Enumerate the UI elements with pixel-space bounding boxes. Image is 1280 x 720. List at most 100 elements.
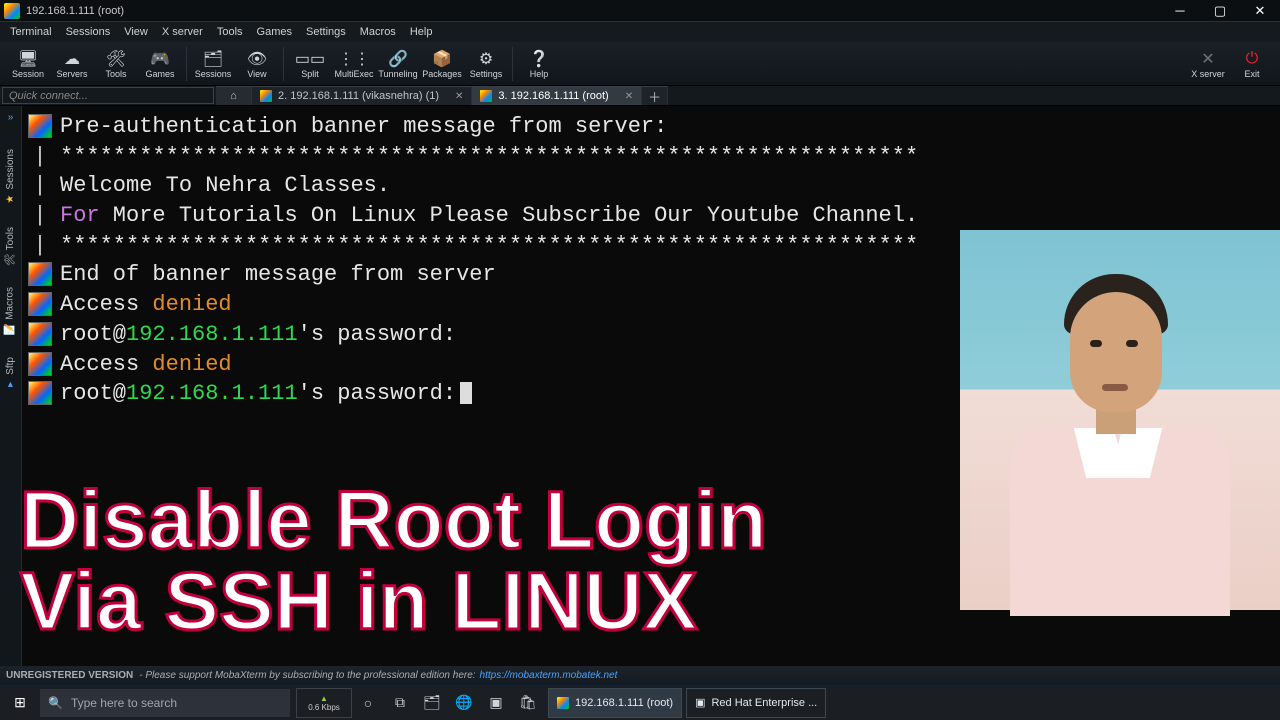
session-icon bbox=[480, 90, 492, 102]
tb-exit-label: Exit bbox=[1244, 69, 1259, 79]
tb-help[interactable]: ❔Help bbox=[517, 49, 561, 79]
start-button[interactable]: ⊞ bbox=[0, 694, 40, 711]
menu-games[interactable]: Games bbox=[251, 25, 298, 39]
sidebar-sessions[interactable]: ★Sessions bbox=[5, 149, 16, 205]
tb-games[interactable]: 🎮Games bbox=[138, 49, 182, 79]
xserver-icon: ✕ bbox=[1201, 49, 1214, 69]
taskbar-app-label: 192.168.1.111 (root) bbox=[575, 697, 673, 709]
prompt-icon bbox=[28, 381, 52, 405]
cortana-icon[interactable]: ○ bbox=[352, 689, 384, 717]
prompt-icon bbox=[28, 352, 52, 376]
sidebar-expand[interactable]: » bbox=[8, 108, 14, 127]
status-unregistered: UNREGISTERED VERSION bbox=[6, 670, 133, 681]
quick-connect-input[interactable]: Quick connect... bbox=[2, 87, 214, 104]
taskbar-app-mobaxterm[interactable]: 192.168.1.111 (root) bbox=[548, 688, 682, 718]
sidebar: » ★Sessions 🛠Tools 📝Macros ▸Sftp bbox=[0, 106, 22, 680]
sessions-icon: 🗂 bbox=[203, 49, 223, 69]
tb-view-label: View bbox=[247, 69, 266, 79]
tab-close-icon[interactable]: ✕ bbox=[455, 91, 463, 102]
tb-session[interactable]: 🖥Session bbox=[6, 49, 50, 79]
banner-pipe: | bbox=[28, 231, 52, 261]
prompt-icon bbox=[28, 292, 52, 316]
power-icon: ⏻ bbox=[1246, 49, 1259, 69]
tb-split-label: Split bbox=[301, 69, 319, 79]
menu-tools[interactable]: Tools bbox=[211, 25, 249, 39]
term-line: Welcome To Nehra Classes. bbox=[60, 171, 390, 201]
tb-view[interactable]: 👁View bbox=[235, 49, 279, 79]
tools-icon: 🛠 bbox=[106, 49, 126, 69]
network-meter: ▲0.6 Kbps bbox=[296, 688, 352, 718]
multiexec-icon: ⋮⋮ bbox=[338, 49, 370, 69]
taskview-icon[interactable]: ⧉ bbox=[384, 689, 416, 717]
tb-multiexec[interactable]: ⋮⋮MultiExec bbox=[332, 49, 376, 79]
menu-help[interactable]: Help bbox=[404, 25, 439, 39]
tb-packages[interactable]: 📦Packages bbox=[420, 49, 464, 79]
tb-exit[interactable]: ⏻Exit bbox=[1230, 49, 1274, 79]
tb-sessions-label: Sessions bbox=[195, 69, 232, 79]
store-icon[interactable]: 🛍 bbox=[512, 689, 544, 717]
vm-icon: ▣ bbox=[695, 696, 705, 709]
menu-terminal[interactable]: Terminal bbox=[4, 25, 58, 39]
tab-session-2[interactable]: 3. 192.168.1.111 (root)✕ bbox=[472, 86, 642, 105]
video-title-overlay: Disable Root Login Via SSH in LINUX bbox=[20, 481, 767, 642]
term-line: root@192.168.1.111's password: bbox=[60, 320, 456, 350]
app-icon bbox=[4, 3, 20, 19]
toolbar: 🖥Session ☁Servers 🛠Tools 🎮Games 🗂Session… bbox=[0, 42, 1280, 86]
tb-split[interactable]: ▭▭Split bbox=[288, 49, 332, 79]
menu-macros[interactable]: Macros bbox=[354, 25, 402, 39]
terminal-icon[interactable]: ▣ bbox=[480, 689, 512, 717]
edge-icon[interactable]: 🌐 bbox=[448, 689, 480, 717]
minimize-button[interactable]: ─ bbox=[1160, 3, 1200, 18]
taskbar-app-label: Red Hat Enterprise ... bbox=[711, 697, 817, 709]
tab-home[interactable]: ⌂ bbox=[216, 86, 252, 105]
sidebar-macros[interactable]: 📝Macros bbox=[4, 287, 16, 335]
tab-close-icon[interactable]: ✕ bbox=[625, 91, 633, 102]
maximize-button[interactable]: ▢ bbox=[1200, 3, 1240, 19]
sidebar-label: Sessions bbox=[5, 149, 16, 190]
tb-servers[interactable]: ☁Servers bbox=[50, 49, 94, 79]
search-placeholder: Type here to search bbox=[71, 696, 177, 710]
sidebar-label: Tools bbox=[5, 227, 16, 250]
menu-xserver[interactable]: X server bbox=[156, 25, 209, 39]
status-text: - Please support MobaXterm by subscribin… bbox=[139, 670, 475, 681]
menu-settings[interactable]: Settings bbox=[300, 25, 352, 39]
explorer-icon[interactable]: 🗂 bbox=[416, 689, 448, 717]
term-line: Access denied bbox=[60, 350, 232, 380]
tb-settings-label: Settings bbox=[470, 69, 503, 79]
session-icon bbox=[260, 90, 272, 102]
sidebar-tools[interactable]: 🛠Tools bbox=[4, 227, 17, 265]
prompt-icon bbox=[28, 114, 52, 138]
tunnel-icon: 🔗 bbox=[388, 49, 408, 69]
tb-tools[interactable]: 🛠Tools bbox=[94, 49, 138, 79]
windows-taskbar: ⊞ 🔍Type here to search ▲0.6 Kbps ○ ⧉ 🗂 🌐… bbox=[0, 684, 1280, 720]
term-line: End of banner message from server bbox=[60, 260, 496, 290]
package-icon: 📦 bbox=[432, 49, 452, 69]
tb-settings[interactable]: ⚙Settings bbox=[464, 49, 508, 79]
tab-new[interactable]: ＋ bbox=[642, 86, 668, 105]
tb-tunneling[interactable]: 🔗Tunneling bbox=[376, 49, 420, 79]
tb-xserver-label: X server bbox=[1191, 69, 1225, 79]
term-line: ****************************************… bbox=[60, 231, 918, 261]
window-title: 192.168.1.111 (root) bbox=[24, 5, 1160, 17]
overlay-line-2: Via SSH in LINUX bbox=[20, 562, 767, 642]
close-button[interactable]: ✕ bbox=[1240, 3, 1280, 19]
tb-xserver[interactable]: ✕X server bbox=[1186, 49, 1230, 79]
prompt-icon bbox=[28, 262, 52, 286]
tb-help-label: Help bbox=[530, 69, 549, 79]
term-line: For More Tutorials On Linux Please Subsc… bbox=[60, 201, 918, 231]
plus-icon: ＋ bbox=[648, 87, 661, 106]
split-icon: ▭▭ bbox=[295, 49, 325, 69]
sidebar-sftp[interactable]: ▸Sftp bbox=[5, 357, 16, 390]
menu-sessions[interactable]: Sessions bbox=[60, 25, 117, 39]
tb-servers-label: Servers bbox=[56, 69, 87, 79]
taskbar-search[interactable]: 🔍Type here to search bbox=[40, 689, 290, 717]
tab-session-1[interactable]: 2. 192.168.1.111 (vikasnehra) (1)✕ bbox=[252, 86, 472, 105]
banner-pipe: | bbox=[28, 201, 52, 231]
taskbar-app-vm[interactable]: ▣ Red Hat Enterprise ... bbox=[686, 688, 826, 718]
sidebar-label: Sftp bbox=[5, 357, 16, 375]
menu-view[interactable]: View bbox=[118, 25, 154, 39]
status-link[interactable]: https://mobaxterm.mobatek.net bbox=[480, 670, 618, 681]
tb-sessions[interactable]: 🗂Sessions bbox=[191, 49, 235, 79]
cloud-icon: ☁ bbox=[64, 49, 80, 69]
tb-multiexec-label: MultiExec bbox=[334, 69, 373, 79]
